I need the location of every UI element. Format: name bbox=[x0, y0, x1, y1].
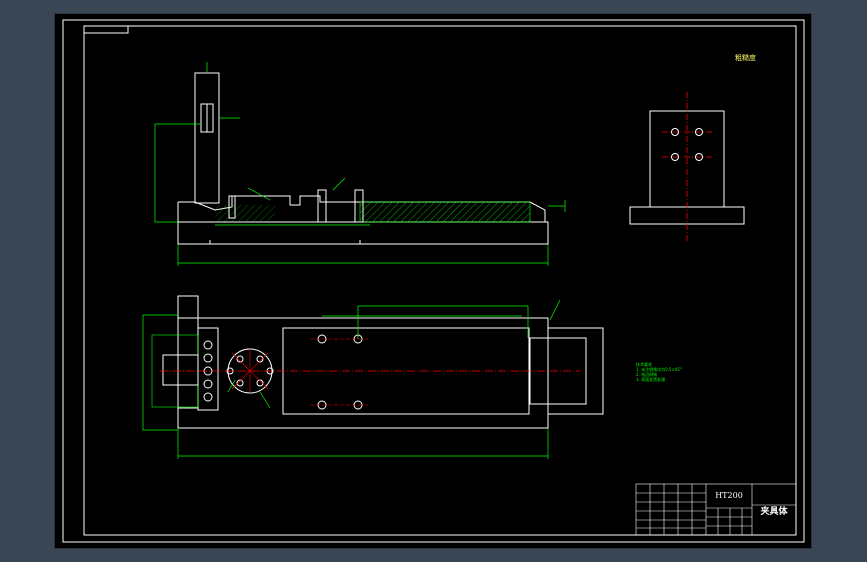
tech-requirements: 技术要求 1. 未注倒角均为0.5×45° 2. 锐边倒钝 3. 表面发黑处理 bbox=[636, 362, 682, 382]
top-view bbox=[142, 295, 604, 459]
corner-note: 粗糙度 bbox=[735, 54, 756, 62]
sheet-corner-box bbox=[83, 25, 129, 34]
title-block-part-name: 夹具体 bbox=[760, 507, 788, 517]
tech-requirement-line: 3. 表面发黑处理 bbox=[636, 377, 666, 382]
sheet-border-inner bbox=[83, 25, 797, 536]
front-view bbox=[154, 62, 566, 266]
cad-viewport[interactable]: 粗糙度 技术要求 1. 未注倒角均为0.5×45° 2. 锐边倒钝 3. 表面发… bbox=[0, 0, 867, 562]
side-view bbox=[629, 92, 745, 242]
drawing-svg bbox=[62, 19, 805, 543]
sheet-border-outer bbox=[62, 19, 805, 543]
title-block-material: HT200 bbox=[715, 491, 743, 500]
